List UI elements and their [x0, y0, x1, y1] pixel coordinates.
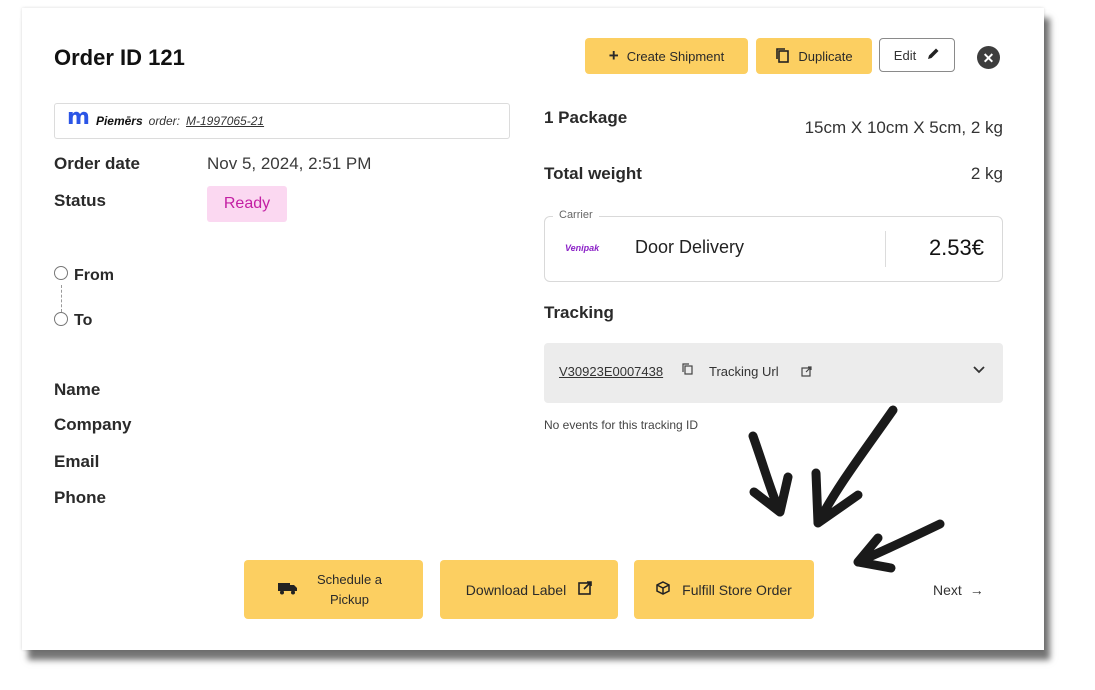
merchant-brand: Piemērs — [95, 114, 143, 128]
fulfill-label: Fulfill Store Order — [682, 581, 792, 598]
tracking-accordion[interactable]: V30923E0007438 Tracking Url — [544, 343, 1003, 403]
order-prefix: order: — [148, 114, 180, 128]
package-dimensions: 15cm X 10cm X 5cm, 2 kg — [804, 118, 1003, 137]
no-events-text: No events for this tracking ID — [544, 418, 699, 432]
tracking-id-link[interactable]: V30923E0007438 — [559, 364, 663, 379]
schedule-pickup-button[interactable]: Schedule a Pickup — [244, 560, 423, 619]
pencil-icon — [926, 47, 940, 64]
route-connector — [61, 285, 62, 312]
tracking-url-link[interactable]: Tracking Url — [709, 364, 779, 379]
from-radio-icon — [54, 266, 68, 280]
create-shipment-button[interactable]: + Create Shipment — [585, 38, 748, 74]
schedule-pickup-label: Schedule a Pickup — [316, 571, 383, 607]
edit-button[interactable]: Edit — [879, 38, 955, 72]
copy-icon — [775, 47, 790, 66]
from-label: From — [74, 267, 114, 284]
carrier-service: Door Delivery — [635, 237, 745, 257]
download-label-text: Download Label — [465, 581, 567, 598]
page-title: Order ID 121 — [54, 45, 185, 70]
to-label: To — [74, 312, 93, 329]
company-label: Company — [54, 415, 132, 434]
order-date-label: Order date — [54, 154, 140, 173]
external-link-icon[interactable] — [801, 364, 812, 382]
status-badge: Ready — [207, 186, 287, 222]
close-icon[interactable]: ✕ — [977, 46, 1000, 69]
order-modal: Order ID 121 + Create Shipment Duplicate… — [22, 8, 1044, 650]
arrow-right-icon: → — [969, 582, 984, 598]
order-number-link[interactable]: M-1997065-21 — [186, 114, 264, 128]
carrier-logo: Venipak — [565, 243, 600, 253]
package-count-label: 1 Package — [544, 108, 628, 127]
duplicate-label: Duplicate — [798, 48, 853, 64]
box-icon — [656, 581, 670, 598]
carrier-legend: Carrier — [553, 209, 599, 221]
merchant-order-ref: m Piemērs order: M-1997065-21 — [54, 103, 510, 139]
name-label: Name — [54, 380, 101, 399]
total-weight-value: 2 kg — [970, 164, 1003, 183]
fulfill-store-order-button[interactable]: Fulfill Store Order — [634, 560, 814, 619]
truck-icon — [277, 581, 298, 598]
create-shipment-label: Create Shipment — [626, 48, 725, 64]
total-weight-label: Total weight — [544, 164, 642, 183]
to-radio-icon — [54, 312, 68, 326]
email-label: Email — [54, 452, 100, 471]
status-label: Status — [54, 191, 106, 210]
duplicate-button[interactable]: Duplicate — [756, 38, 872, 74]
tracking-heading: Tracking — [544, 303, 614, 322]
download-label-button[interactable]: Download Label — [440, 560, 618, 619]
carrier-price: 2.53€ — [928, 235, 984, 260]
chevron-down-icon[interactable] — [973, 361, 985, 377]
copy-small-icon[interactable] — [682, 362, 693, 380]
carrier-card[interactable]: Carrier Venipak Door Delivery 2.53€ — [544, 209, 1003, 282]
phone-label: Phone — [54, 488, 106, 507]
carrier-divider — [885, 231, 886, 267]
plus-icon: + — [608, 46, 619, 65]
next-link[interactable]: Next → — [933, 582, 984, 598]
next-label: Next — [933, 582, 962, 598]
external-link-icon — [578, 581, 593, 598]
order-date-value: Nov 5, 2024, 2:51 PM — [207, 154, 372, 173]
edit-label: Edit — [893, 47, 917, 63]
merchant-logo: m — [67, 105, 90, 130]
